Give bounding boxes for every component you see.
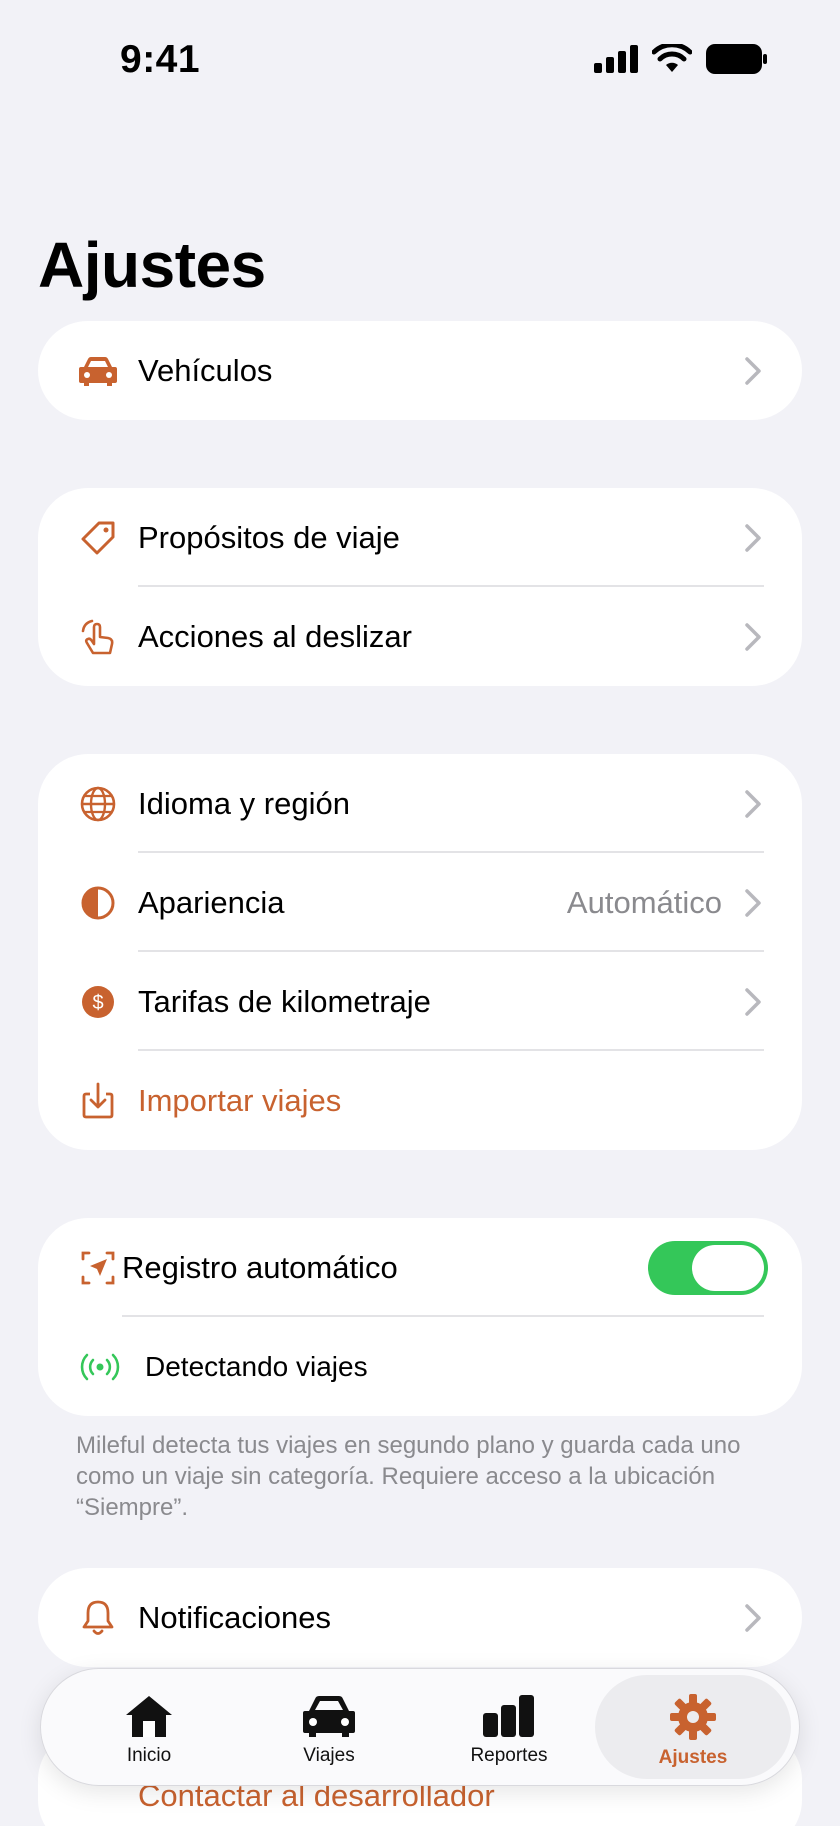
- row-idioma[interactable]: Idioma y región: [38, 754, 802, 853]
- status-bar: 9:41: [0, 0, 840, 130]
- row-acciones[interactable]: Acciones al deslizar: [38, 587, 802, 686]
- row-apariencia[interactable]: Apariencia Automático: [38, 853, 802, 952]
- car-icon: [78, 351, 118, 391]
- row-label: Registro automático: [122, 1249, 398, 1285]
- location-arrow-icon: [78, 1248, 118, 1288]
- tag-icon: [78, 518, 118, 558]
- row-vehiculos[interactable]: Vehículos: [38, 321, 802, 420]
- half-circle-icon: [78, 883, 118, 923]
- tab-reportes[interactable]: Reportes: [411, 1675, 607, 1779]
- cellular-signal-icon: [594, 45, 638, 73]
- row-label: Vehículos: [138, 352, 273, 388]
- tab-bar: Inicio Viajes Reportes Ajustes: [40, 1668, 800, 1786]
- row-detectando: Detectando viajes: [38, 1317, 802, 1416]
- battery-icon: [706, 44, 767, 74]
- tab-label: Inicio: [126, 1745, 172, 1766]
- row-tarifas[interactable]: $ Tarifas de kilometraje: [38, 952, 802, 1051]
- tab-inicio[interactable]: Inicio: [51, 1675, 247, 1779]
- broadcast-icon: [78, 1347, 122, 1387]
- vehicles-group: Vehículos: [38, 321, 802, 420]
- page-title: Ajustes: [38, 229, 266, 301]
- row-label: Acciones al deslizar: [138, 618, 412, 654]
- general-group: Idioma y región Apariencia Automático $ …: [38, 754, 802, 1150]
- toggle-knob: [692, 1244, 764, 1291]
- row-label: Notificaciones: [138, 1599, 331, 1635]
- status-icons: [594, 44, 768, 74]
- chevron-right-icon: [745, 622, 761, 651]
- notifications-group: Notificaciones: [38, 1568, 802, 1667]
- import-icon: [78, 1081, 118, 1121]
- tab-ajustes[interactable]: Ajustes: [595, 1675, 791, 1779]
- chevron-right-icon: [745, 987, 761, 1016]
- chevron-right-icon: [745, 523, 761, 552]
- trip-settings-group: Propósitos de viaje Acciones al deslizar: [38, 488, 802, 686]
- row-label: Tarifas de kilometraje: [138, 983, 431, 1019]
- chevron-right-icon: [745, 789, 761, 818]
- chevron-right-icon: [745, 888, 761, 917]
- wifi-icon: [652, 44, 692, 72]
- row-registro-automatico: Registro automático: [38, 1218, 802, 1317]
- row-notificaciones[interactable]: Notificaciones: [38, 1568, 802, 1667]
- row-label: Detectando viajes: [145, 1350, 368, 1382]
- tab-viajes[interactable]: Viajes: [231, 1675, 427, 1779]
- row-label: Importar viajes: [138, 1082, 342, 1118]
- status-time: 9:41: [120, 38, 201, 81]
- row-label: Propósitos de viaje: [138, 519, 400, 555]
- chevron-right-icon: [745, 356, 761, 385]
- auto-tracking-group: Registro automático Detectando viajes: [38, 1218, 802, 1416]
- bell-icon: [78, 1598, 118, 1638]
- row-importar[interactable]: Importar viajes: [38, 1051, 802, 1150]
- row-label: Idioma y región: [138, 785, 350, 821]
- chevron-right-icon: [745, 1603, 761, 1632]
- row-label: Apariencia: [138, 884, 285, 920]
- car-icon: [303, 1696, 355, 1737]
- tab-label: Viajes: [303, 1745, 355, 1766]
- row-propositos[interactable]: Propósitos de viaje: [38, 488, 802, 587]
- house-icon: [126, 1696, 172, 1737]
- tab-label: Ajustes: [658, 1747, 728, 1768]
- globe-icon: [78, 784, 118, 824]
- auto-tracking-toggle[interactable]: [648, 1240, 768, 1295]
- gear-icon: [670, 1694, 716, 1740]
- svg-text:$: $: [92, 992, 103, 1014]
- auto-tracking-footnote: Mileful detecta tus viajes en segundo pl…: [76, 1432, 741, 1521]
- bar-chart-icon: [483, 1695, 534, 1737]
- hand-swipe-icon: [78, 617, 118, 657]
- dollar-circle-icon: $: [78, 982, 118, 1022]
- tab-label: Reportes: [470, 1745, 548, 1766]
- row-value: Automático: [566, 884, 722, 920]
